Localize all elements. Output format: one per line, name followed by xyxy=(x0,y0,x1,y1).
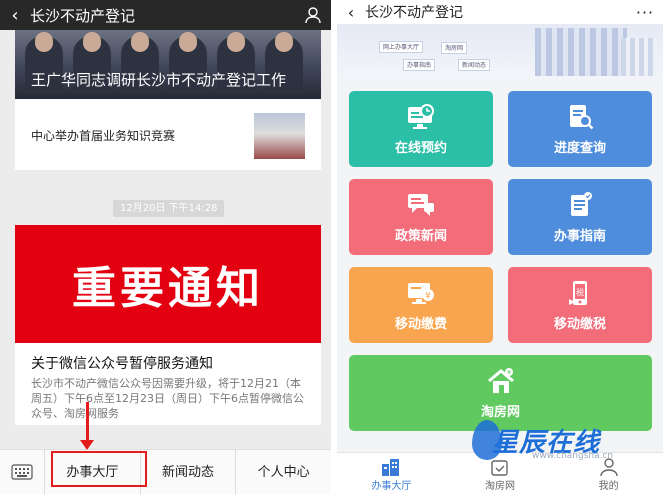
news-card-research[interactable]: 王广华同志调研长沙市不动产登记工作 中心举办首届业务知识竞赛 xyxy=(15,30,321,170)
buildings-icon xyxy=(379,456,403,476)
nav-label: 我的 xyxy=(598,480,619,492)
svg-text:税: 税 xyxy=(576,287,584,297)
left-screen: ‹ 长沙不动产登记 王广华同志调研长沙市不动产登记工作 中心举办首届业务知识竞赛… xyxy=(0,0,331,494)
watermark-url: www.changsha.cn xyxy=(532,451,614,461)
svg-text:¥: ¥ xyxy=(425,291,431,301)
chat-bubbles-icon xyxy=(406,191,436,219)
right-topbar: ‹ 长沙不动产登记 ··· xyxy=(337,0,663,24)
menu-tab-personal-center[interactable]: 个人中心 xyxy=(235,449,331,494)
watermark-logo: 星辰在线 www.changsha.cn xyxy=(472,418,652,468)
tile-label: 移动缴费 xyxy=(394,316,447,332)
left-topbar: ‹ 长沙不动产登记 xyxy=(0,0,331,30)
banner-chip: 淘房网 xyxy=(441,42,468,54)
tile-mobile-payment[interactable]: ¥ 移动缴费 xyxy=(349,267,493,343)
back-icon[interactable]: ‹ xyxy=(0,5,30,26)
news-subtitle[interactable]: 中心举办首届业务知识竞赛 xyxy=(31,127,175,144)
news-headline[interactable]: 王广华同志调研长沙市不动产登记工作 xyxy=(31,70,313,90)
tile-mobile-tax[interactable]: 税 移动缴税 xyxy=(508,267,652,343)
guide-document-icon xyxy=(565,191,595,219)
banner-chip: 办事指南 xyxy=(403,59,436,71)
keyboard-icon[interactable] xyxy=(0,464,44,480)
tile-service-guide[interactable]: 办事指南 xyxy=(508,179,652,255)
tile-policy-news[interactable]: 政策新闻 xyxy=(349,179,493,255)
back-icon[interactable]: ‹ xyxy=(337,3,365,22)
document-search-icon xyxy=(565,103,595,131)
tile-label: 进度查询 xyxy=(553,140,606,156)
news-thumbnail xyxy=(254,113,305,159)
annotation-arrow-head xyxy=(80,440,94,450)
nav-service-hall[interactable]: 办事大厅 xyxy=(337,453,446,494)
phone-tax-icon: 税 xyxy=(565,279,595,307)
tile-progress-query[interactable]: 进度查询 xyxy=(508,91,652,167)
tile-label: 办事指南 xyxy=(553,228,606,244)
nav-label: 办事大厅 xyxy=(371,480,412,492)
left-topbar-title: 长沙不动产登记 xyxy=(30,6,136,25)
message-timestamp: 12月20日 下午14:28 xyxy=(113,200,225,217)
notice-body: 长沙市不动产微信公众号因需要升级，将于12月21（本周五）下午6点至12月23日… xyxy=(31,377,304,420)
more-options-icon[interactable]: ··· xyxy=(627,3,663,22)
house-yen-icon: ¥ xyxy=(486,367,516,395)
wechat-menu-bar: 办事大厅 新闻动态 个人中心 xyxy=(0,449,331,494)
notice-title[interactable]: 关于微信公众号暂停服务通知 xyxy=(31,353,213,373)
right-topbar-title: 长沙不动产登记 xyxy=(365,5,463,21)
notice-banner-text: 重要通知 xyxy=(72,263,264,314)
annotation-arrow xyxy=(86,402,89,442)
tile-online-appointment[interactable]: 在线预约 xyxy=(349,91,493,167)
top-banner: 网上办事大厅 办事指南 淘房网 新闻动态 xyxy=(337,24,663,79)
tile-label: 在线预约 xyxy=(394,140,447,156)
tile-label: 移动缴税 xyxy=(553,316,606,332)
banner-chip: 网上办事大厅 xyxy=(379,41,424,53)
banner-chip: 新闻动态 xyxy=(458,59,491,71)
menu-tab-news[interactable]: 新闻动态 xyxy=(139,449,236,494)
user-profile-icon[interactable] xyxy=(295,6,331,24)
building-illustration xyxy=(621,38,657,76)
tile-label: 政策新闻 xyxy=(394,228,447,244)
nav-label: 淘房网 xyxy=(485,480,515,492)
highlight-box xyxy=(51,451,147,487)
notice-banner: 重要通知 xyxy=(15,225,321,343)
monitor-clock-icon xyxy=(406,103,436,131)
tile-label: 淘房网 xyxy=(480,404,520,420)
monitor-yen-icon: ¥ xyxy=(406,279,436,307)
svg-text:¥: ¥ xyxy=(507,369,511,376)
building-illustration xyxy=(535,28,627,76)
news-card-notice[interactable]: 重要通知 关于微信公众号暂停服务通知 长沙市不动产微信公众号因需要升级，将于12… xyxy=(15,225,321,425)
